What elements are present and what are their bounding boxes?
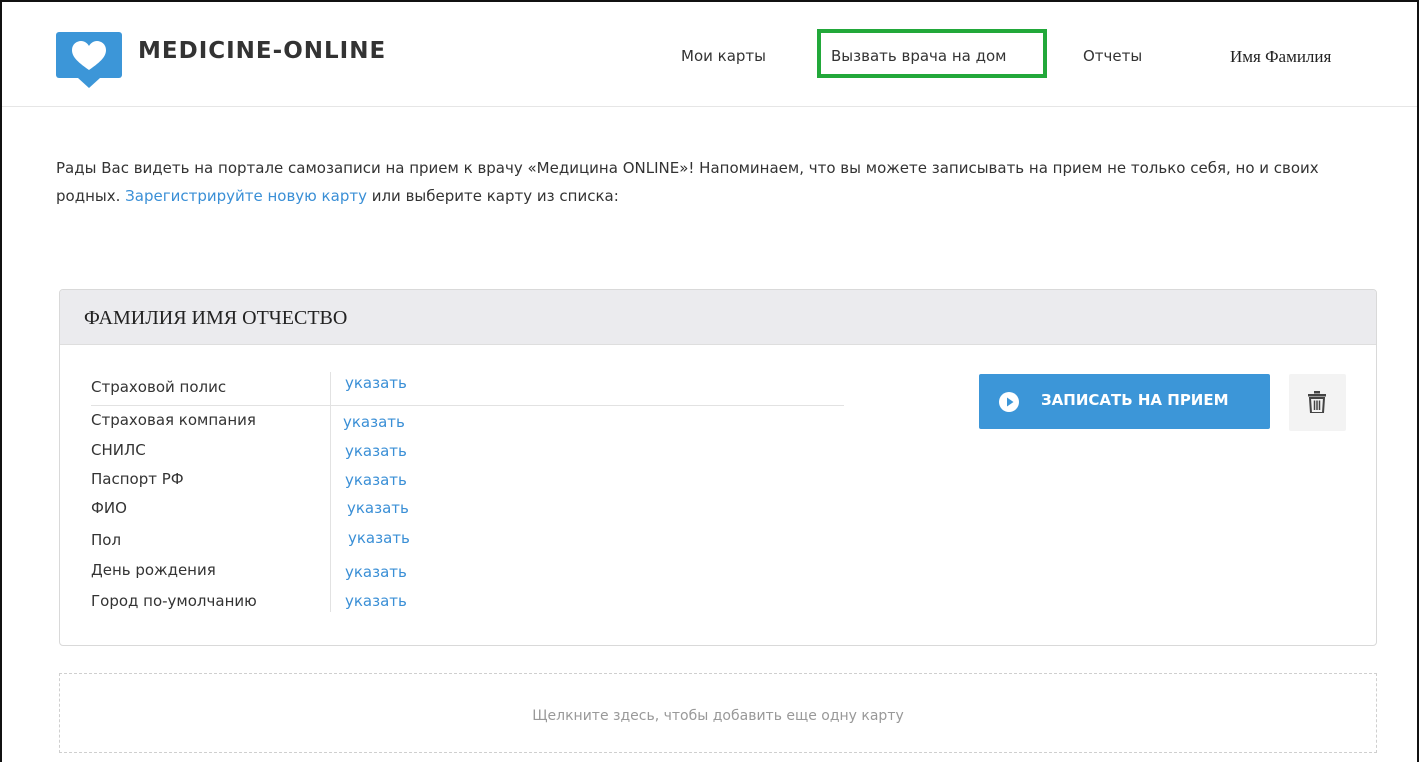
field-value-policy[interactable]: указать	[345, 374, 407, 392]
trash-icon	[1308, 391, 1326, 413]
field-label-birthday: День рождения	[91, 561, 216, 579]
user-name[interactable]: Имя Фамилия	[1230, 47, 1331, 67]
field-value-insurer[interactable]: указать	[343, 413, 405, 431]
field-label-insurer: Страховая компания	[91, 411, 256, 429]
logo-text[interactable]: MEDICINE-ONLINE	[138, 38, 386, 64]
field-value-snils[interactable]: указать	[345, 442, 407, 460]
field-value-birthday[interactable]: указать	[345, 563, 407, 581]
field-value-passport[interactable]: указать	[345, 471, 407, 489]
field-value-city[interactable]: указать	[345, 592, 407, 610]
card-header: ФАМИЛИЯ ИМЯ ОТЧЕСТВО	[60, 290, 1376, 345]
field-label-policy: Страховой полис	[91, 378, 227, 396]
nav-reports[interactable]: Отчеты	[1083, 47, 1142, 65]
delete-card-button[interactable]	[1289, 374, 1346, 431]
intro-text: Рады Вас видеть на портале самозаписи на…	[56, 154, 1386, 210]
patient-card: ФАМИЛИЯ ИМЯ ОТЧЕСТВО Страховой полис ука…	[59, 289, 1377, 646]
field-divider-vertical	[330, 372, 331, 612]
field-label-gender: Пол	[91, 531, 122, 549]
play-circle-icon	[999, 392, 1019, 412]
field-label-snils: СНИЛС	[91, 441, 146, 459]
field-value-gender[interactable]: указать	[348, 529, 410, 547]
intro-text-after: или выберите карту из списка:	[366, 187, 619, 205]
book-appointment-label: ЗАПИСАТЬ НА ПРИЕМ	[1041, 391, 1229, 409]
add-card-area[interactable]: Щелкните здесь, чтобы добавить еще одну …	[59, 673, 1377, 753]
nav-my-cards[interactable]: Мои карты	[681, 47, 766, 65]
heart-logo-icon[interactable]	[56, 32, 122, 88]
field-label-city: Город по-умолчанию	[91, 592, 257, 610]
add-card-label: Щелкните здесь, чтобы добавить еще одну …	[532, 708, 904, 724]
card-title: ФАМИЛИЯ ИМЯ ОТЧЕСТВО	[84, 307, 348, 329]
field-label-fio: ФИО	[91, 499, 127, 517]
book-appointment-button[interactable]: ЗАПИСАТЬ НА ПРИЕМ	[979, 374, 1270, 429]
field-divider-horizontal	[91, 405, 844, 406]
field-value-fio[interactable]: указать	[347, 499, 409, 517]
nav-call-doctor[interactable]: Вызвать врача на дом	[831, 47, 1007, 65]
page-frame: MEDICINE-ONLINE Мои карты Вызвать врача …	[0, 0, 1419, 762]
register-card-link[interactable]: Зарегистрируйте новую карту	[125, 187, 367, 205]
field-label-passport: Паспорт РФ	[91, 470, 184, 488]
header: MEDICINE-ONLINE Мои карты Вызвать врача …	[2, 2, 1417, 107]
